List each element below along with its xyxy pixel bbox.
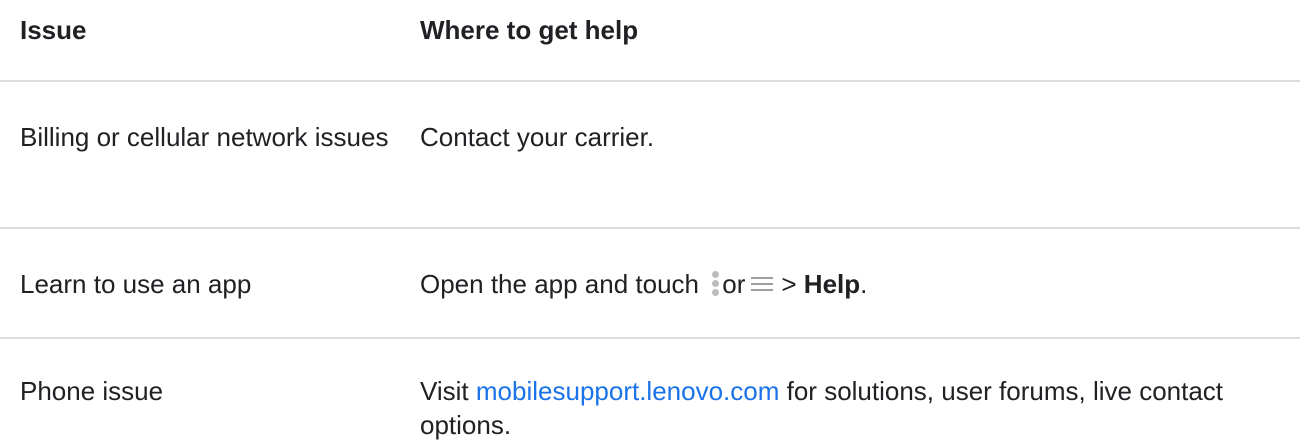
divider xyxy=(0,227,1300,229)
header-help: Where to get help xyxy=(420,15,639,45)
help-cell: Visit mobilesupport.lenovo.com for solut… xyxy=(420,374,1300,442)
help-text-prefix: Open the app and touch xyxy=(420,269,700,299)
help-text-prefix: Visit xyxy=(420,376,469,406)
issue-cell: Phone issue xyxy=(20,376,164,406)
help-text-separator: > xyxy=(781,269,797,299)
help-cell: Contact your carrier. xyxy=(420,122,655,152)
divider xyxy=(0,80,1300,82)
help-table: Issue Where to get help Billing or cellu… xyxy=(0,0,1300,447)
help-text-suffix: . xyxy=(860,269,868,299)
help-cell: Open the app and touch or > Help. xyxy=(420,267,1300,301)
divider xyxy=(0,337,1300,339)
more-vertical-icon xyxy=(710,269,720,299)
issue-cell: Learn to use an app xyxy=(20,269,252,299)
help-text-or: or xyxy=(722,269,746,299)
help-menu-item: Help xyxy=(803,269,861,299)
issue-cell: Billing or cellular network issues xyxy=(20,122,389,152)
support-link[interactable]: mobilesupport.lenovo.com xyxy=(476,376,780,406)
menu-icon xyxy=(751,276,774,292)
header-issue: Issue xyxy=(20,15,87,45)
